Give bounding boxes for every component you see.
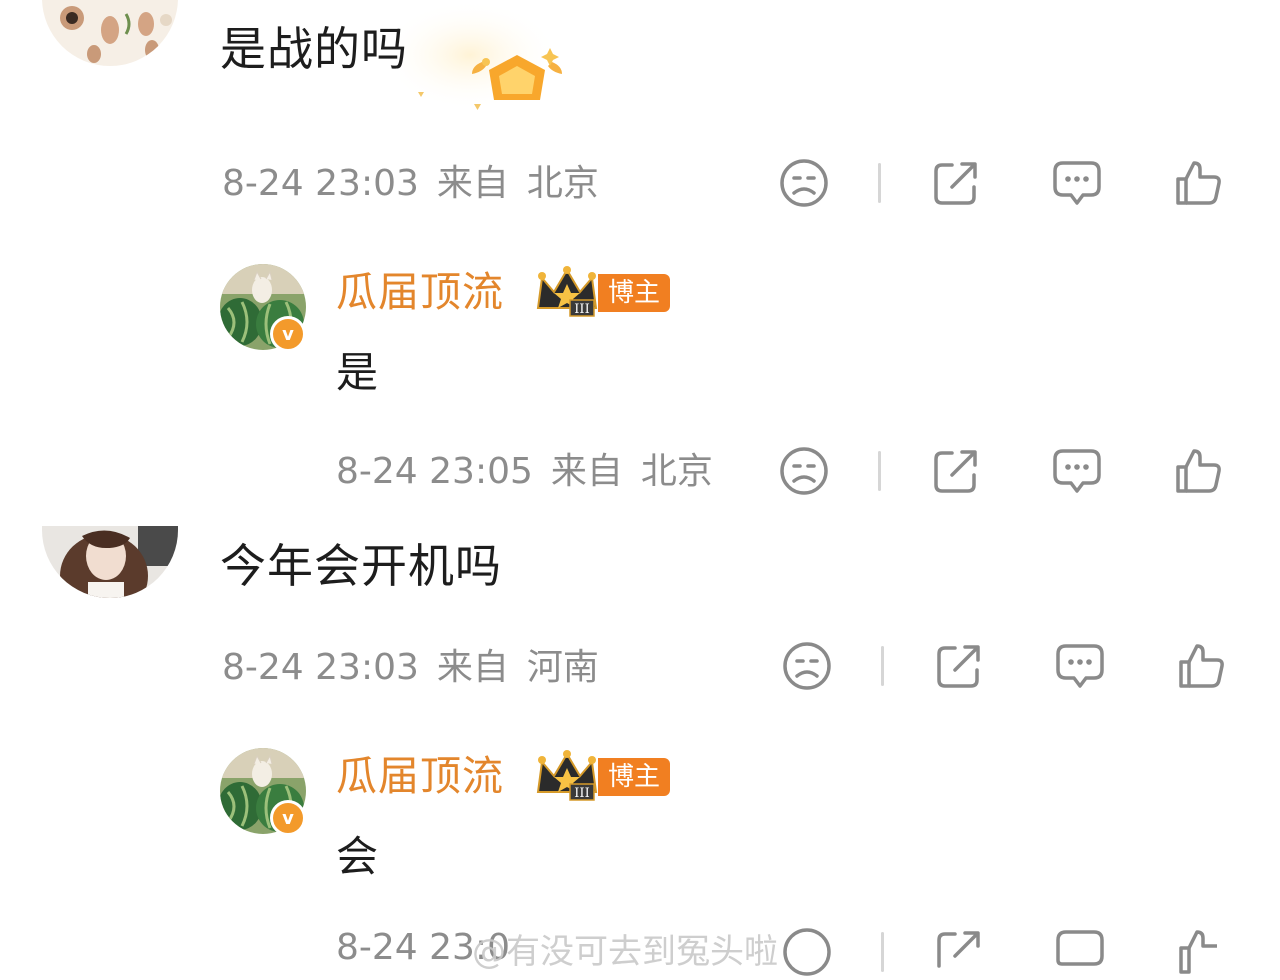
share-icon: [937, 645, 980, 688]
dislike-icon: [783, 928, 831, 976]
reply-button[interactable]: [1049, 155, 1105, 211]
comment-time: 8-24 23:03: [222, 647, 419, 688]
comment-icon: [1053, 449, 1101, 493]
action-divider: [881, 646, 884, 686]
svg-text:III: III: [574, 302, 589, 317]
like-button[interactable]: [1173, 924, 1229, 980]
crown-icon: III: [534, 750, 600, 802]
blogger-badge: 博主: [598, 274, 671, 312]
reply-button[interactable]: [1049, 443, 1105, 499]
like-button[interactable]: [1170, 155, 1226, 211]
dislike-button[interactable]: [779, 638, 835, 694]
reply-text: 是: [336, 348, 379, 397]
dislike-icon: [780, 159, 828, 207]
like-icon: [1176, 161, 1221, 205]
share-icon: [934, 450, 977, 493]
reply-author-name[interactable]: 瓜届顶流: [336, 272, 504, 313]
reply-location: 北京: [640, 451, 713, 492]
dislike-button[interactable]: [776, 443, 832, 499]
comment-icon: [1053, 161, 1101, 205]
like-icon: [1179, 930, 1217, 974]
comment-location: 河南: [526, 647, 599, 688]
action-divider: [881, 932, 884, 972]
blogger-badge: 博主: [598, 758, 671, 796]
commenter-avatar[interactable]: [42, 526, 178, 598]
action-divider: [878, 451, 881, 491]
share-button[interactable]: [931, 638, 987, 694]
verified-badge: v: [270, 800, 306, 836]
share-button[interactable]: [931, 924, 987, 980]
comment-icon: [1056, 644, 1104, 688]
commenter-avatar[interactable]: [42, 0, 178, 66]
dislike-icon: [780, 447, 828, 495]
reply-time: 8-24 23:05: [336, 451, 533, 492]
reply-from: 来自: [550, 451, 623, 492]
reply-button[interactable]: [1052, 638, 1108, 694]
crown-icon: III: [534, 266, 600, 318]
comment-text: 今年会开机吗: [220, 539, 502, 593]
comment-like-bubble: [380, 0, 570, 115]
like-icon: [1176, 449, 1221, 493]
reply-author-name[interactable]: 瓜届顶流: [336, 756, 504, 797]
comment-from: 来自: [436, 163, 509, 204]
comment-meta: 8-24 23:03 来自 北京: [222, 166, 599, 202]
like-button[interactable]: [1173, 638, 1229, 694]
comment-text: 是战的吗: [220, 22, 408, 76]
verified-badge: v: [270, 316, 306, 352]
share-icon: [934, 162, 977, 205]
dislike-icon: [783, 642, 831, 690]
watermark: @有没可去到冤头啦: [472, 932, 778, 972]
like-icon: [1179, 644, 1224, 688]
reply-text: 会: [336, 832, 379, 881]
reply-button[interactable]: [1052, 924, 1108, 980]
comment-from: 来自: [436, 647, 509, 688]
share-icon: [937, 931, 980, 968]
share-button[interactable]: [928, 443, 984, 499]
comment-icon: [1056, 930, 1104, 966]
reply-meta: 8-24 23:05 来自 北京: [336, 454, 713, 490]
comment-location: 北京: [526, 163, 599, 204]
dislike-button[interactable]: [776, 155, 832, 211]
comment-time: 8-24 23:03: [222, 163, 419, 204]
dislike-button[interactable]: [779, 924, 835, 980]
like-button[interactable]: [1170, 443, 1226, 499]
action-divider: [878, 163, 881, 203]
comment-meta: 8-24 23:03 来自 河南: [222, 650, 599, 686]
svg-text:III: III: [574, 786, 589, 801]
share-button[interactable]: [928, 155, 984, 211]
